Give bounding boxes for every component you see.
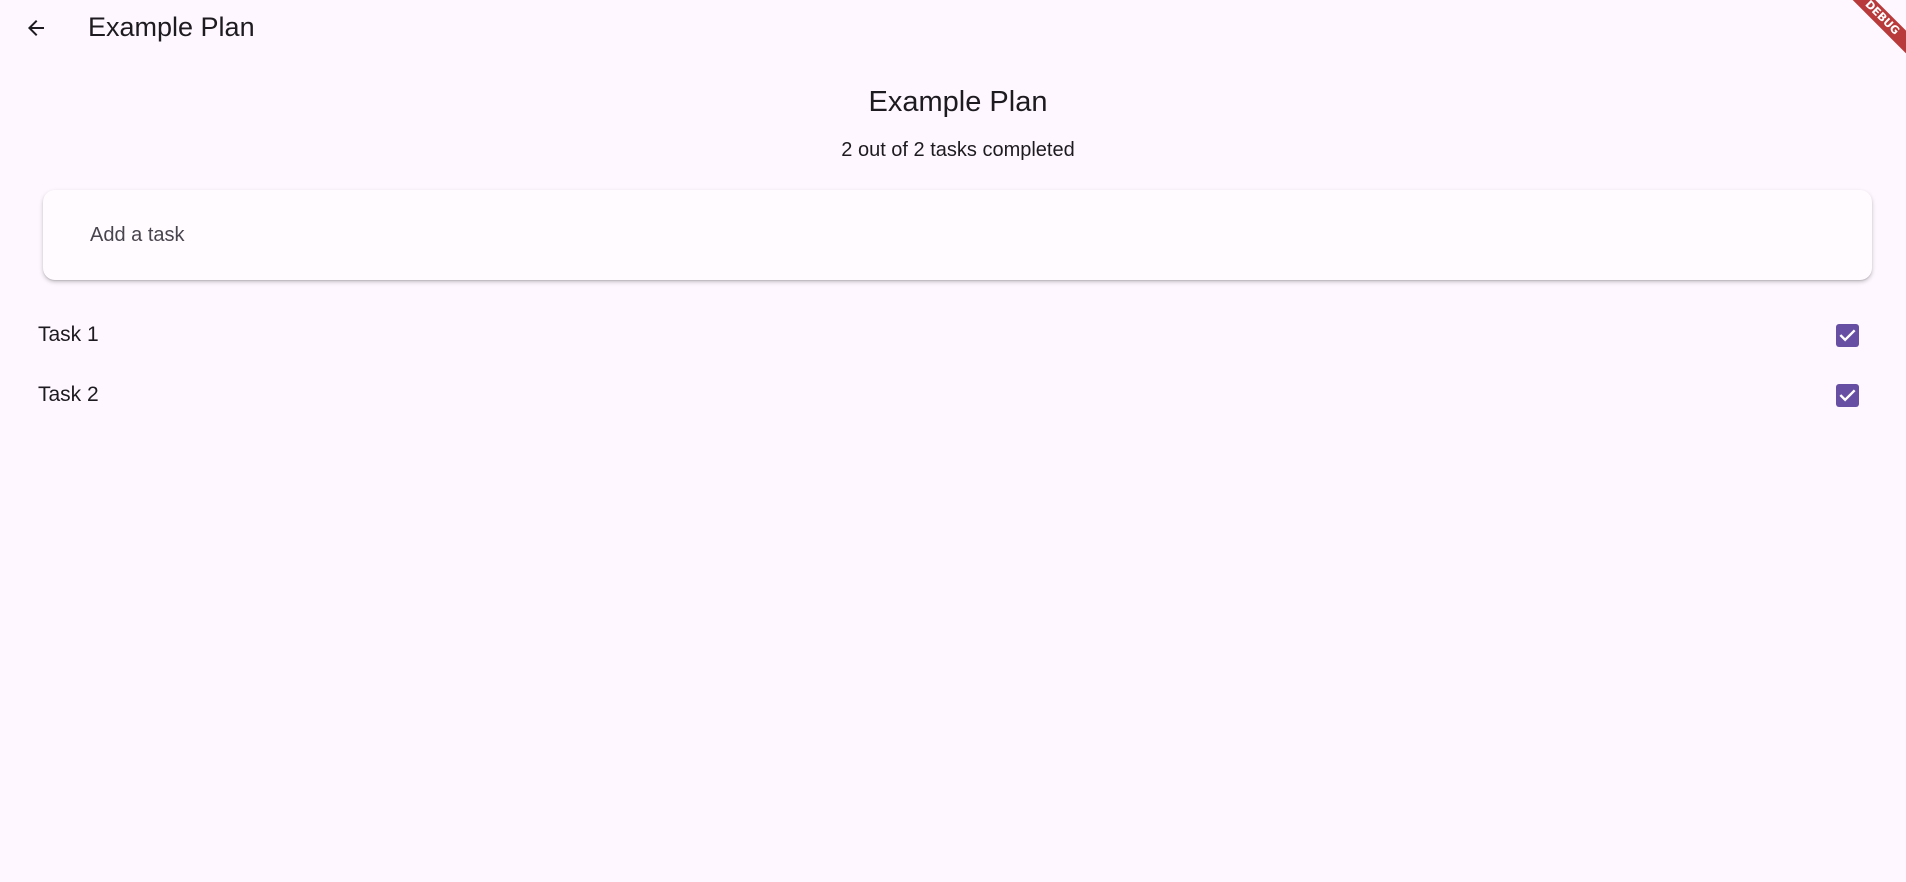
task-label: Task 2 xyxy=(38,383,99,406)
task-checkbox[interactable] xyxy=(1836,324,1859,347)
app-bar-title: Example Plan xyxy=(88,12,255,42)
back-button[interactable] xyxy=(12,4,60,52)
add-task-card xyxy=(43,190,1872,280)
check-icon xyxy=(1839,389,1856,402)
task-row[interactable]: Task 1 xyxy=(0,305,1906,365)
plan-progress-text: 2 out of 2 tasks completed xyxy=(841,139,1075,161)
task-label: Task 1 xyxy=(38,323,99,346)
arrow-back-icon xyxy=(28,20,44,36)
task-list: Task 1 Task 2 xyxy=(0,305,1906,425)
task-row[interactable]: Task 2 xyxy=(0,365,1906,425)
plan-title: Example Plan xyxy=(868,86,1048,118)
app-bar: Example Plan xyxy=(0,0,1906,56)
task-checkbox[interactable] xyxy=(1836,384,1859,407)
check-icon xyxy=(1839,329,1856,342)
add-task-input[interactable] xyxy=(88,214,1832,256)
